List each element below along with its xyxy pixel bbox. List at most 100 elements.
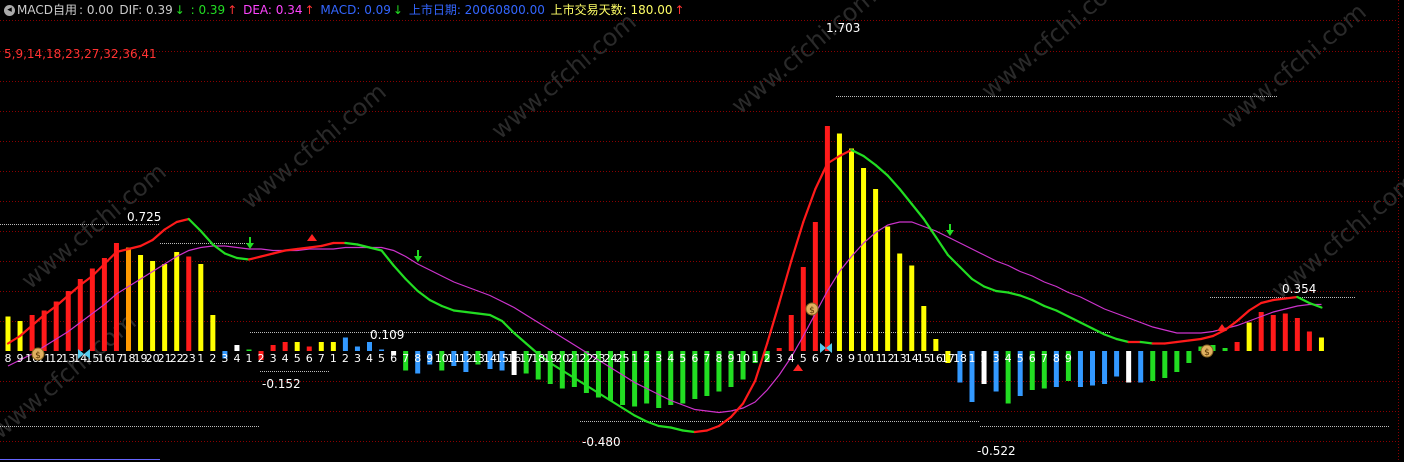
count-label: 1 [246,352,253,365]
count-label: 7 [703,352,710,365]
macd-bar [282,342,288,351]
macd-label: MACD: 0.09 [320,3,391,17]
macd-bar [246,349,252,351]
count-label: 4 [282,352,289,365]
dif-line-segment [1175,339,1191,344]
macd-bar [1162,351,1168,378]
low2-label: -0.480 [582,435,621,449]
macd-bar [198,264,204,351]
macd-bar [1282,313,1288,351]
count-label: 1 [969,352,976,365]
count-label: 2 [258,352,265,365]
macd-bar [379,349,385,351]
peak-top-label: 1.703 [826,21,860,35]
dif-line-segment [1272,297,1287,302]
right-peak-label: 0.354 [1282,282,1316,296]
dif-line-segment [681,429,696,434]
macd-bar [921,306,927,351]
macd-bar [162,264,168,351]
macd-bar [1318,337,1324,351]
macd-bar [1306,331,1312,351]
macd-bar [210,315,216,351]
count-label: 5 [800,352,807,365]
indicator-value: : 0.00 [78,3,114,17]
macd-bar [873,189,879,351]
dif-line-segment [693,429,709,434]
macd-bar [788,315,794,351]
count-label: 3 [776,352,783,365]
macd-bar [234,345,240,351]
macd-bar [65,291,71,351]
indicator-name[interactable]: MACD自用 [17,3,77,17]
macd-bar [174,252,180,351]
down-arrow-icon: ↓ [174,3,185,17]
count-label: 2 [764,352,771,365]
count-label: 10 [736,352,750,365]
count-label: 7 [824,352,831,365]
count-label: 2 [342,352,349,365]
count-label: 6 [306,352,313,365]
indicator-menu-icon[interactable]: ◂ [4,5,15,16]
dif-line-segment [1284,295,1299,300]
macd-bar [933,339,939,351]
macd-bar [270,345,276,351]
macd-bar [836,133,842,351]
count-label: 9 [17,352,24,365]
trading-days-label: 上市交易天数: 180.00 [550,3,673,17]
macd-bar [812,222,818,351]
listing-date-label: 上市日期: 20060800.00 [408,3,545,17]
dif-line-segment [464,310,480,315]
count-label: 9 [1065,352,1072,365]
macd-bar [342,337,348,351]
macd-bar [1186,351,1192,363]
count-label: 9 [848,352,855,365]
count-label: 8 [414,352,421,365]
money-bag-glyph: $ [1204,348,1210,358]
macd-bar [885,226,891,351]
dif-line-segment [344,241,359,246]
macd-bar [1150,351,1156,381]
macd-bar [1246,322,1252,351]
count-label: 23 [182,352,196,365]
count-label: 2 [981,352,988,365]
count-label: 4 [667,352,674,365]
count-label: 18 [953,352,967,365]
count-label: 2 [209,352,216,365]
money-bag-glyph: $ [35,351,41,361]
dif-line-segment [994,289,1010,294]
count-label: 4 [788,352,795,365]
low3-label: -0.522 [977,444,1016,458]
count-label: 6 [812,352,819,365]
count-label: 8 [1053,352,1060,365]
count-label: 7 [318,352,325,365]
count-label: 8 [836,352,843,365]
money-bag-glyph: $ [809,306,815,316]
macd-bar [1222,348,1228,351]
macd-bar [1090,351,1095,386]
macd-bar [1174,351,1180,372]
count-labels: 8 9 1011121314151617181920212223 1 2 3 4 1 2 3 4 5 6… [5,352,1072,365]
dif-line-segment [1163,340,1178,345]
macd-bar [318,342,324,351]
macd-bar [89,268,95,351]
macd-chart[interactable]: www.cfchi.comwww.cfchi.comwww.cfchi.com w… [0,0,1404,462]
macd-bar [126,247,131,351]
dif-line-segment [1187,337,1203,342]
left-peak-label: 0.725 [127,210,161,224]
count-label: 4 [366,352,373,365]
macd-bar [306,346,312,351]
dif-line-segment [235,256,251,261]
count-label: 1 [330,352,337,365]
macd-bar [1126,351,1132,383]
count-label: 5 [294,352,301,365]
macd-bar [824,126,830,351]
count-label: 3 [354,352,361,365]
count-label: 5 [679,352,686,365]
count-label: 3 [270,352,277,365]
count-label: 3 [221,352,228,365]
count-label: 25 [616,352,630,365]
count-label: 7 [402,352,409,365]
count-label: 1 [197,352,204,365]
count-label: 9 [426,352,433,365]
macd-bar [150,261,156,351]
